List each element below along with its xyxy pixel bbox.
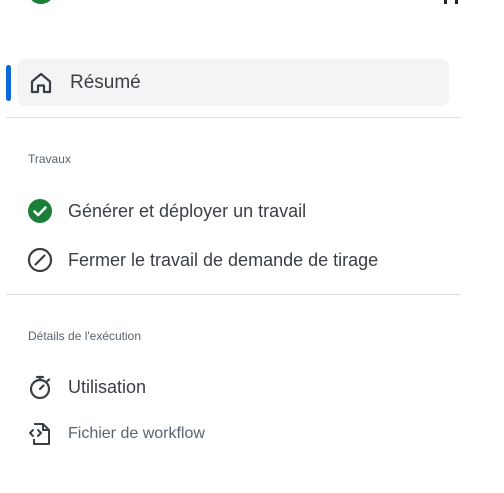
partial-toolbar-icon bbox=[444, 0, 458, 4]
stopwatch-icon bbox=[26, 373, 54, 401]
job-item-close-pull-request-label: Fermer le travail de demande de tirage bbox=[68, 250, 379, 270]
job-item-close-pull-request[interactable]: Fermer le travail de demande de tirage bbox=[26, 245, 456, 275]
home-icon bbox=[28, 70, 54, 96]
skipped-circle-icon bbox=[26, 246, 54, 274]
check-circle-icon bbox=[26, 197, 54, 225]
partial-status-icon bbox=[30, 0, 52, 4]
sidebar-item-workflow-file-label: Fichier de workflow bbox=[68, 425, 205, 442]
job-item-build-deploy[interactable]: Générer et déployer un travail bbox=[26, 196, 456, 226]
divider bbox=[6, 117, 461, 118]
sidebar-item-usage-label: Utilisation bbox=[68, 377, 147, 397]
file-code-icon bbox=[26, 420, 54, 448]
sidebar-item-summary-label: Résumé bbox=[70, 72, 141, 93]
sidebar-item-workflow-file[interactable]: Fichier de workflow bbox=[26, 419, 456, 449]
job-item-build-deploy-label: Générer et déployer un travail bbox=[68, 201, 307, 221]
sidebar-item-usage[interactable]: Utilisation bbox=[26, 372, 456, 402]
run-details-section-heading: Détails de l'exécution bbox=[28, 329, 142, 343]
active-indicator bbox=[6, 65, 11, 101]
divider bbox=[6, 294, 461, 295]
jobs-section-heading: Travaux bbox=[28, 152, 71, 166]
sidebar-item-summary[interactable]: Résumé bbox=[17, 59, 449, 106]
